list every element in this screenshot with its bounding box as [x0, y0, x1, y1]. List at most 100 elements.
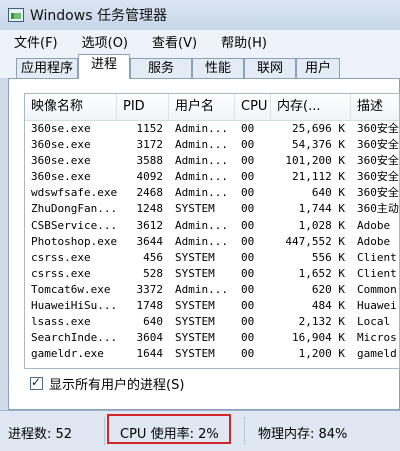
table-row[interactable]: Photoshop.exe 3644 Admin... 00 447,552 K Adob…	[25, 234, 399, 250]
cell-cpu: 00	[241, 186, 255, 200]
cell-pid: 2468	[136, 186, 164, 200]
cell-cpu: 00	[241, 266, 255, 280]
cell-image-name: csrss.exe	[31, 250, 91, 264]
cell-image-name: csrss.exe	[31, 266, 91, 280]
tab-networking[interactable]: 联网	[244, 58, 296, 78]
cell-user-name: SYSTEM	[175, 266, 215, 280]
process-list[interactable]: 映像名称 PID 用户名 CPU 内存(... 描述 360se.exe 1152…	[24, 93, 400, 369]
menu-file[interactable]: 文件(F)	[0, 32, 66, 51]
column-image-name[interactable]: 映像名称	[25, 94, 117, 120]
cell-image-name: Photoshop.exe	[31, 234, 117, 248]
cell-cpu: 00	[241, 347, 255, 361]
cell-user-name: SYSTEM	[175, 202, 215, 216]
cell-image-name: gameldr.exe	[31, 347, 104, 361]
tab-strip: 应用程序 进程 服务 性能 联网 用户	[0, 52, 400, 79]
tab-services[interactable]: 服务	[130, 58, 192, 78]
table-row[interactable]: ZhuDongFan... 1248 SYSTEM 00 1,744 K 360主动	[25, 201, 399, 217]
table-row[interactable]: Tomcat6w.exe 3372 Admin... 00 620 K Common	[25, 282, 399, 298]
cell-description: gameld	[357, 347, 397, 361]
menu-help[interactable]: 帮助(H)	[205, 32, 275, 51]
status-physical-memory: 物理内存: 84%	[258, 427, 348, 442]
cell-image-name: 360se.exe	[31, 122, 91, 135]
cell-pid: 3172	[136, 138, 164, 152]
table-row[interactable]: csrss.exe 456 SYSTEM 00 556 K Client	[25, 250, 399, 266]
tab-performance[interactable]: 性能	[192, 58, 244, 78]
column-pid[interactable]: PID	[117, 94, 169, 120]
cell-description: Client	[357, 250, 397, 264]
cell-user-name: Admin...	[175, 282, 228, 296]
task-manager-icon	[8, 8, 24, 22]
cell-cpu: 00	[241, 299, 255, 313]
table-row[interactable]: csrss.exe 528 SYSTEM 00 1,652 K Client	[25, 266, 399, 282]
cell-pid: 1152	[136, 122, 164, 135]
table-row[interactable]: CSBService... 3612 Admin... 00 1,028 K Adobe	[25, 218, 399, 234]
column-cpu[interactable]: CPU	[235, 94, 271, 120]
cell-memory: 556 K	[311, 250, 345, 264]
cell-image-name: 360se.exe	[31, 154, 91, 168]
table-row[interactable]: 360se.exe 3588 Admin... 00 101,200 K 360安全	[25, 153, 399, 169]
cell-user-name: Admin...	[175, 186, 228, 200]
table-row[interactable]: 360se.exe 3172 Admin... 00 54,376 K 360安全	[25, 137, 399, 153]
cell-description: Common	[357, 282, 397, 296]
column-description[interactable]: 描述	[351, 94, 399, 120]
cell-image-name: CSBService...	[31, 218, 117, 232]
cell-user-name: Admin...	[175, 122, 228, 135]
cell-description: Huawei	[357, 299, 397, 313]
tab-applications[interactable]: 应用程序	[16, 58, 78, 78]
cell-user-name: Admin...	[175, 170, 228, 184]
cell-pid: 640	[143, 315, 163, 329]
cell-pid: 1748	[136, 299, 164, 313]
cell-user-name: Admin...	[175, 138, 228, 152]
cell-cpu: 00	[241, 170, 255, 184]
cell-memory: 447,552 K	[285, 234, 345, 248]
cell-memory: 620 K	[311, 282, 345, 296]
cell-cpu: 00	[241, 138, 255, 152]
table-row[interactable]: gameldr.exe 1644 SYSTEM 00 1,200 K gameld	[25, 346, 399, 362]
show-all-users-label: 显示所有用户的进程(S)	[49, 377, 185, 393]
cell-image-name: 360se.exe	[31, 170, 91, 184]
show-all-users-option[interactable]: 显示所有用户的进程(S)	[30, 374, 185, 393]
cell-image-name: lsass.exe	[31, 315, 91, 329]
cell-user-name: SYSTEM	[175, 250, 215, 264]
cell-pid: 3372	[136, 282, 164, 296]
column-memory[interactable]: 内存(...	[271, 94, 351, 120]
cell-pid: 3588	[136, 154, 164, 168]
table-row[interactable]: SearchInde... 3604 SYSTEM 00 16,904 K Micros	[25, 330, 399, 346]
tab-users[interactable]: 用户	[296, 58, 340, 78]
cpu-usage-highlight	[107, 414, 231, 444]
cell-description: Adobe	[357, 218, 391, 232]
tab-processes[interactable]: 进程	[78, 54, 130, 79]
cell-memory: 2,132 K	[298, 315, 345, 329]
cell-cpu: 00	[241, 234, 255, 248]
cell-description: 360安全	[357, 122, 399, 135]
cell-description: Adobe	[357, 234, 391, 248]
table-row[interactable]: 360se.exe 4092 Admin... 00 21,112 K 360安全	[25, 169, 399, 185]
cell-pid: 4092	[136, 170, 164, 184]
cell-image-name: Tomcat6w.exe	[31, 282, 111, 296]
cell-cpu: 00	[241, 202, 255, 216]
cell-description: 360主动	[357, 202, 399, 216]
table-row[interactable]: HuaweiHiSu... 1748 SYSTEM 00 484 K Huawei	[25, 298, 399, 314]
cell-image-name: wdswfsafe.exe	[31, 186, 117, 200]
menu-view[interactable]: 查看(V)	[136, 32, 205, 51]
cell-memory: 25,696 K	[292, 122, 345, 135]
cell-cpu: 00	[241, 218, 255, 232]
menu-options[interactable]: 选项(O)	[66, 32, 136, 51]
cell-cpu: 00	[241, 315, 255, 329]
cell-user-name: SYSTEM	[175, 331, 215, 345]
status-separator	[244, 417, 245, 445]
cell-memory: 101,200 K	[285, 154, 345, 168]
column-user-name[interactable]: 用户名	[169, 94, 235, 120]
table-row[interactable]: wdswfsafe.exe 2468 Admin... 00 640 K 360安全	[25, 185, 399, 201]
table-row[interactable]: 360se.exe 1152 Admin... 00 25,696 K 360安全	[25, 121, 399, 137]
cell-description: 360安全	[357, 154, 399, 168]
process-list-header: 映像名称 PID 用户名 CPU 内存(... 描述	[25, 94, 399, 121]
cell-user-name: SYSTEM	[175, 299, 215, 313]
cell-memory: 1,200 K	[298, 347, 345, 361]
cell-description: 360安全	[357, 186, 399, 200]
cell-user-name: Admin...	[175, 234, 228, 248]
cell-description: Local	[357, 315, 391, 329]
show-all-users-checkbox[interactable]	[30, 375, 43, 390]
cell-memory: 16,904 K	[292, 331, 345, 345]
table-row[interactable]: lsass.exe 640 SYSTEM 00 2,132 K Local	[25, 314, 399, 330]
